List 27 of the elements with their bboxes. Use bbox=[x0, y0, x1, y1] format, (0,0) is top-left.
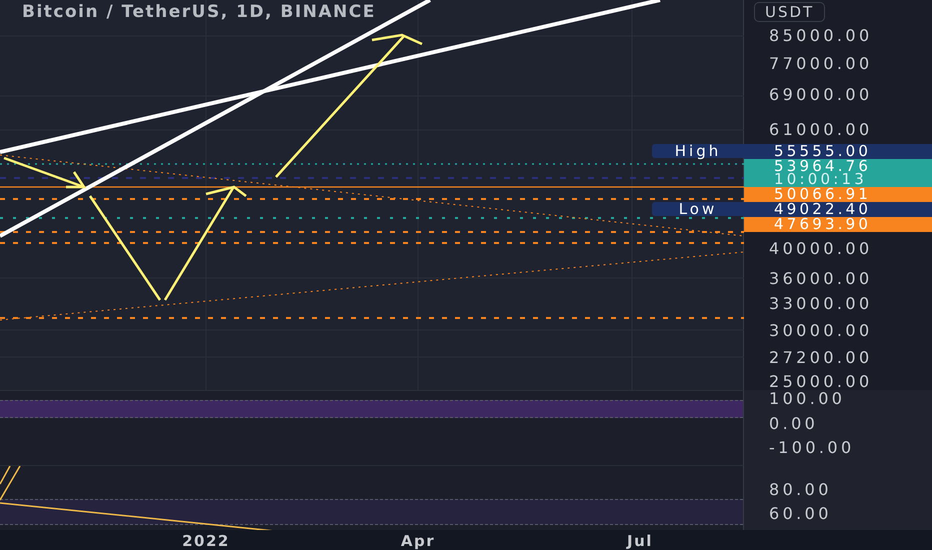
price-label: 85000.00 bbox=[769, 27, 873, 45]
price-label: 61000.00 bbox=[769, 120, 873, 139]
price-label: 27200.00 bbox=[769, 349, 873, 368]
indicator-label: 60.00 bbox=[769, 505, 833, 523]
indicator-label: 80.00 bbox=[769, 481, 833, 499]
time-label: Jul bbox=[627, 532, 653, 550]
price-tag: 47693.90 bbox=[744, 217, 932, 232]
price-tag: 53964.76 10:00:13 bbox=[744, 159, 932, 187]
price-label: 36000.00 bbox=[769, 270, 873, 288]
indicator-label: 0.00 bbox=[769, 414, 820, 432]
price-label: 40000.00 bbox=[769, 240, 873, 258]
price-tag: 49022.40 bbox=[744, 202, 932, 217]
chart-title: Bitcoin / TetherUS, 1D, BINANCE bbox=[22, 2, 376, 22]
price-label: 33000.00 bbox=[769, 294, 873, 313]
price-label: 77000.00 bbox=[769, 54, 873, 73]
price-label: 25000.00 bbox=[769, 373, 873, 392]
price-label: 30000.00 bbox=[769, 322, 873, 340]
time-label: Apr bbox=[400, 532, 436, 550]
time-label: 2022 bbox=[182, 532, 230, 550]
price-tag: 50066.91 bbox=[744, 187, 932, 202]
price-label: 69000.00 bbox=[769, 86, 873, 104]
currency-button[interactable]: USDT bbox=[754, 2, 826, 22]
indicator-label: -100.00 bbox=[769, 439, 856, 457]
price-tag-label: Low bbox=[652, 202, 744, 216]
price-tag-label: High bbox=[652, 144, 744, 158]
price-tag: 55555.00 bbox=[744, 144, 932, 159]
indicator-label: 100.00 bbox=[769, 390, 846, 408]
